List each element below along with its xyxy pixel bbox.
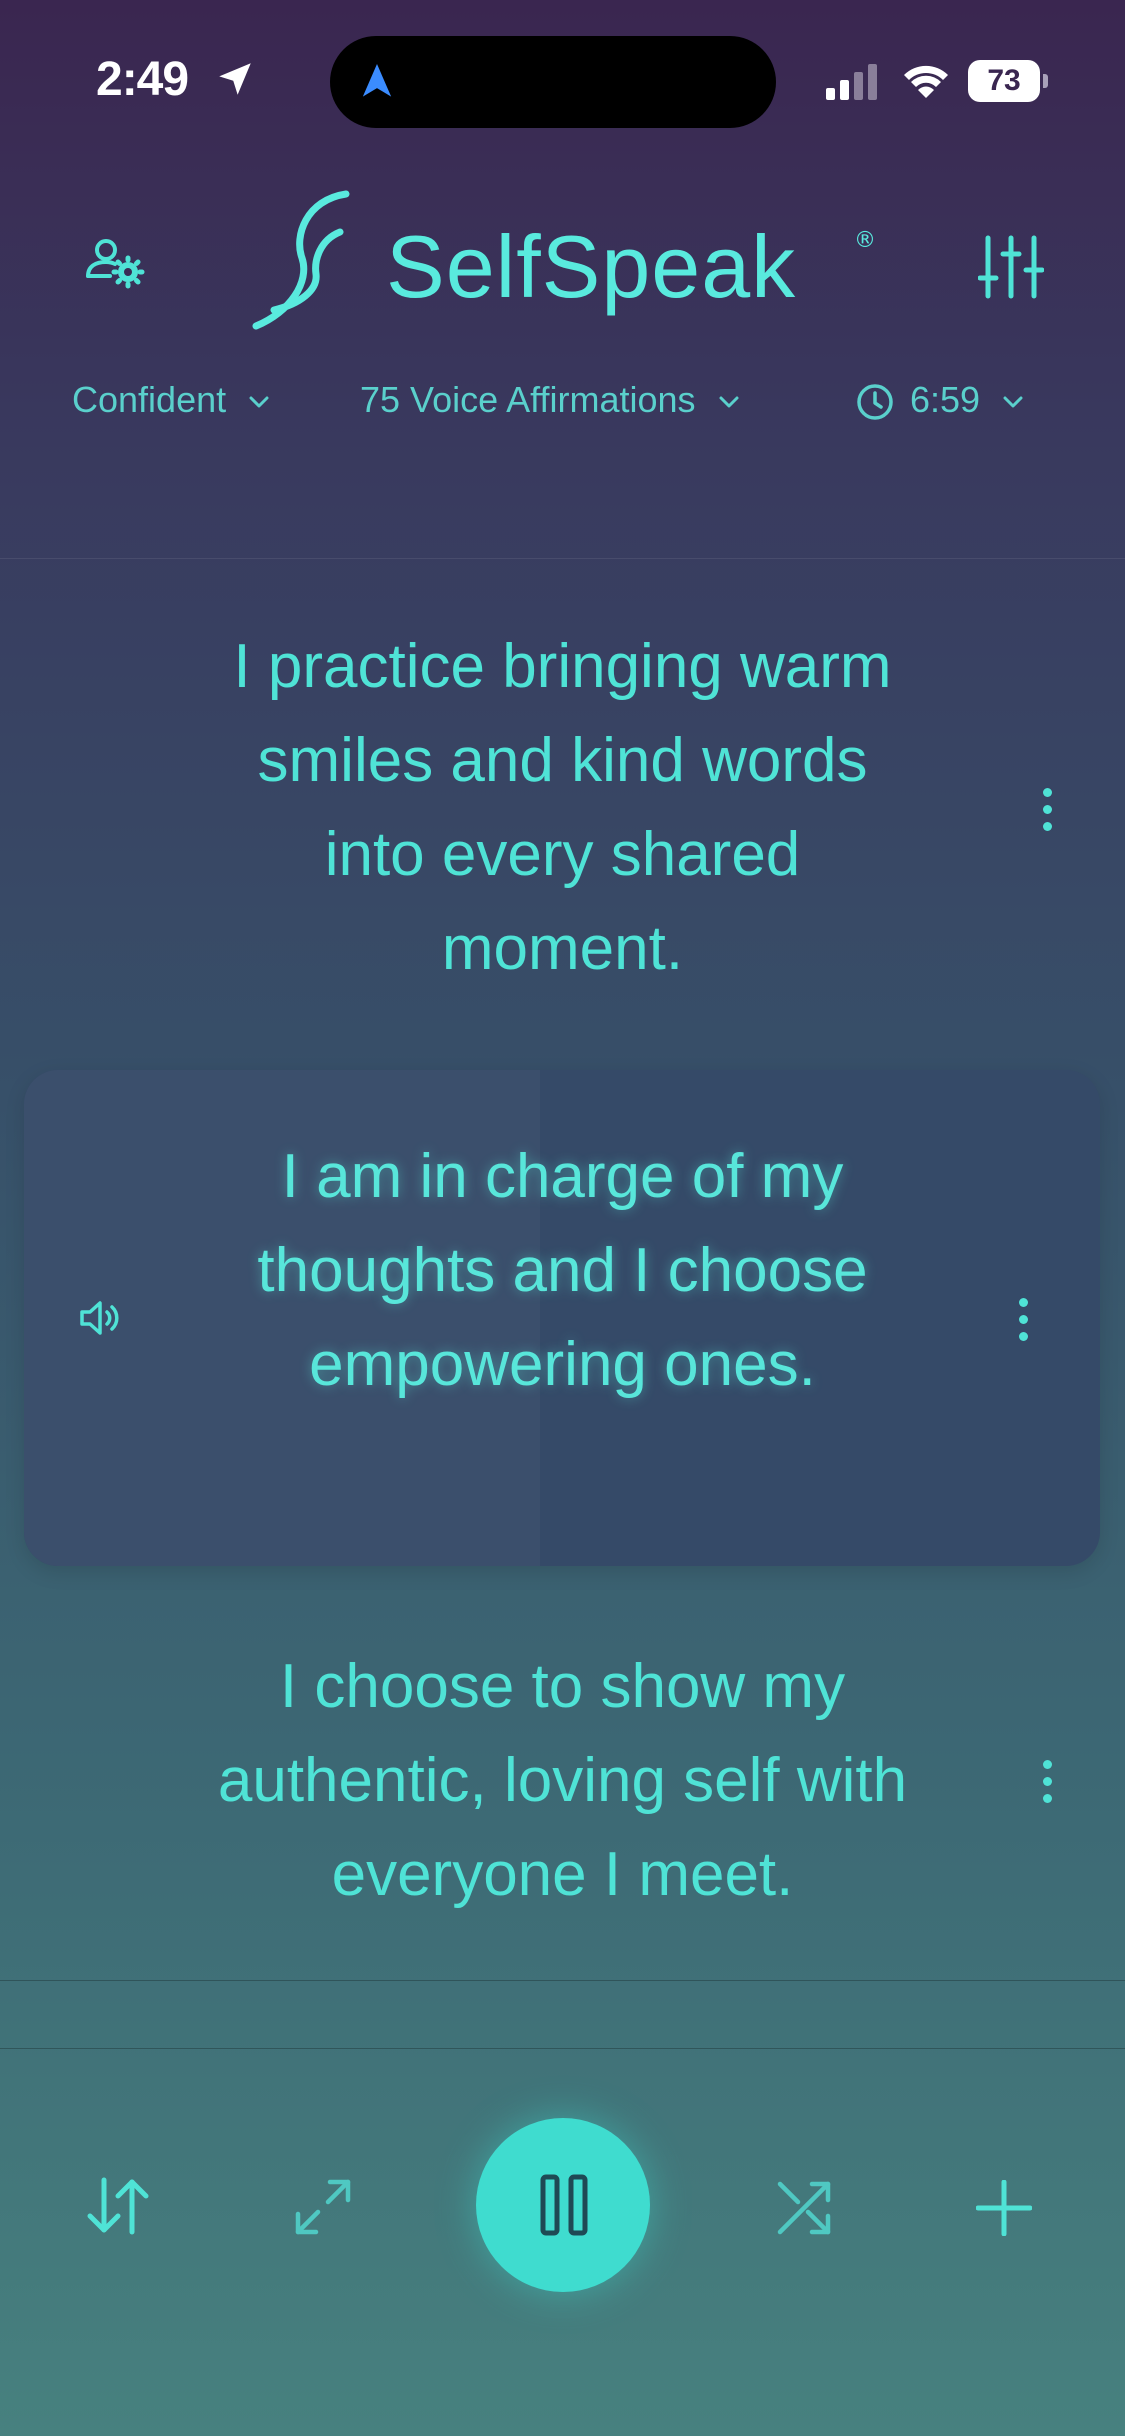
user-settings-icon [86,239,145,289]
affirmation-text: I choose to show my authentic, loving se… [217,1652,908,1909]
timer-label: 6:59 [910,379,981,420]
speaker-icon[interactable] [78,1298,124,1342]
active-affirmation-card[interactable]: I am in charge of my thoughts and I choo… [24,1070,1100,1566]
fullscreen-button[interactable] [294,2178,352,2240]
add-affirmation-button[interactable] [975,2179,1033,2240]
playback-controls [0,2100,1125,2320]
dynamic-island [330,36,776,128]
pause-button[interactable] [476,2118,650,2292]
selfspeak-logo-icon [250,186,360,340]
affirmation-count-label: 75 Voice Affirmations [360,379,696,420]
affirmation-more-button[interactable] [1032,780,1062,840]
divider [0,2048,1125,2049]
affirmation-text: I am in charge of my thoughts and I choo… [257,1142,868,1399]
shuffle-icon [777,2181,831,2235]
wifi-icon [902,60,950,104]
battery-indicator: 73 [968,60,1048,102]
status-bar: 2:49 73 [0,0,1125,160]
affirmation-count-dropdown[interactable]: 75 Voice Affirmations [360,370,740,430]
app-title: SelfSpeak [386,217,797,316]
location-arrow-icon [214,58,256,104]
expand-icon [295,2179,351,2235]
sliders-icon [977,235,1045,299]
chevron-down-icon [249,396,269,408]
focus-dropdown[interactable]: Confident [72,370,270,430]
timer-dropdown[interactable]: 6:59 [856,370,1024,430]
focus-label: Confident [72,379,227,420]
sort-button[interactable] [86,2176,152,2240]
battery-level: 73 [987,64,1021,97]
profile-settings-button[interactable] [84,232,150,298]
plus-icon [975,2179,1033,2237]
shuffle-button[interactable] [776,2180,832,2240]
affirmation-item[interactable]: I practice bringing warm smiles and kind… [0,620,1125,1020]
divider [0,1980,1125,1981]
navigation-arrow-icon [360,62,394,104]
filters-button[interactable] [977,234,1045,300]
affirmation-more-button[interactable] [1032,1752,1062,1812]
chevron-down-icon [1003,396,1023,408]
selector-row: Confident 75 Voice Affirmations 6:59 [0,370,1125,430]
cellular-signal-icon [826,64,882,100]
registered-mark: ® [854,228,876,253]
status-time: 2:49 [96,53,189,106]
sort-icon [87,2177,149,2235]
divider [0,558,1125,559]
affirmation-more-button[interactable] [1008,1290,1038,1350]
affirmation-text: I practice bringing warm smiles and kind… [233,632,892,983]
chevron-down-icon [719,396,739,408]
clock-icon [857,384,893,421]
pause-icon [540,2174,588,2236]
app-header: SelfSpeak ® [0,170,1125,370]
